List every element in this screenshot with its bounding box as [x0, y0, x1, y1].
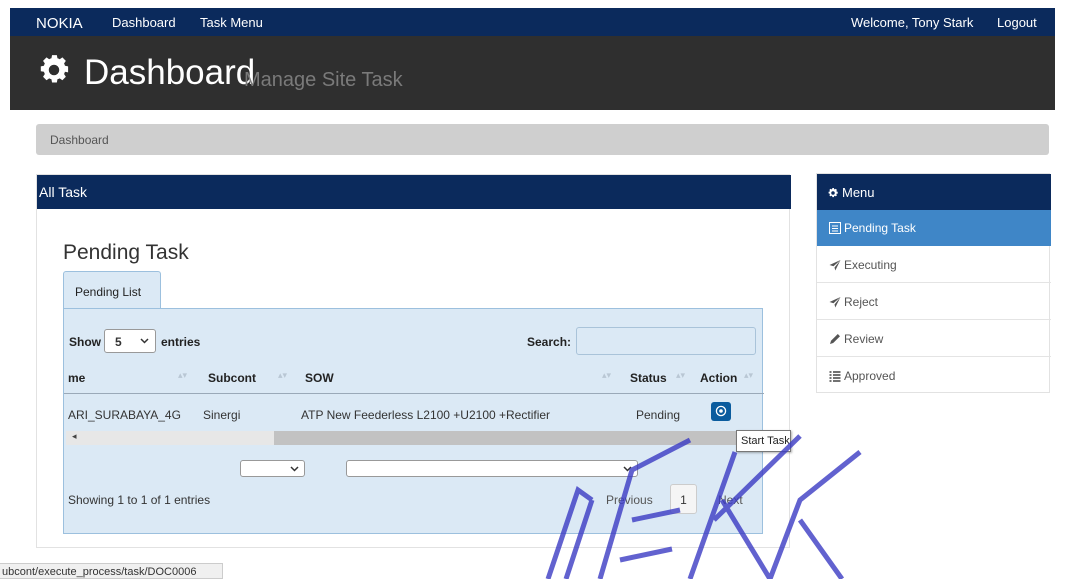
- watermark-logo: [545, 434, 862, 579]
